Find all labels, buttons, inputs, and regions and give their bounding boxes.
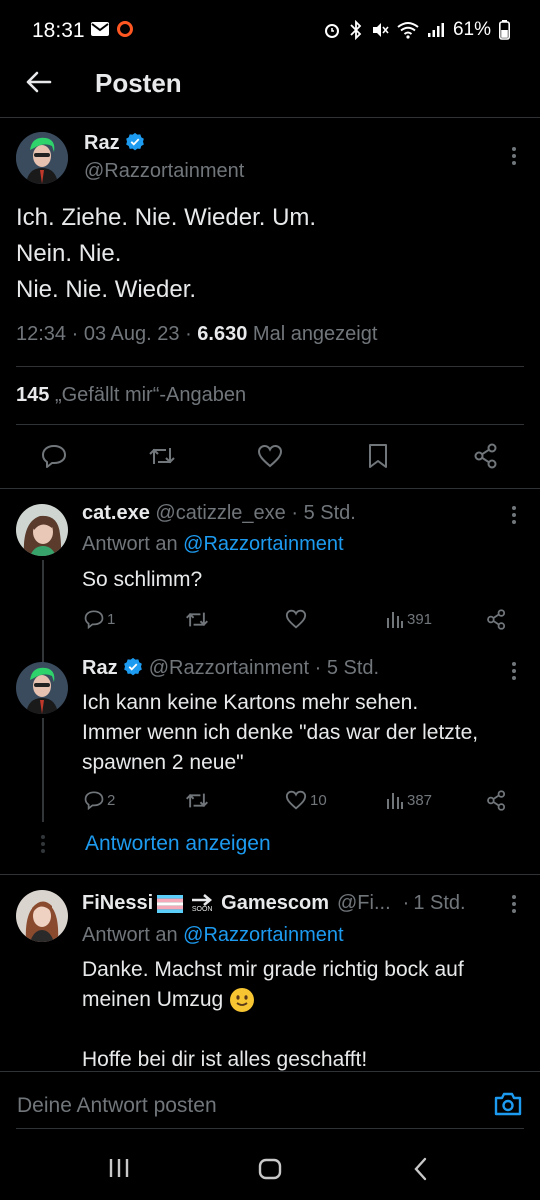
reply-time: 5 Std. [303, 502, 356, 524]
share-icon[interactable] [473, 443, 499, 469]
likes-label: „Gefällt mir“-Angaben [54, 384, 247, 406]
reply-input[interactable]: Deine Antwort posten [17, 1094, 217, 1118]
bluetooth-icon [350, 20, 362, 40]
reply-time: 5 Std. [326, 657, 380, 679]
thread-dots [41, 835, 45, 856]
retweet-icon[interactable] [148, 444, 176, 468]
more-options-icon[interactable] [512, 662, 516, 683]
mute-icon [372, 23, 389, 37]
likes-summary[interactable]: 145 „Gefällt mir“-Angaben [16, 384, 246, 407]
author-name-row: Raz [84, 132, 145, 155]
author-handle[interactable]: @Razzortainment [84, 160, 244, 183]
views-count: 6.630 [197, 323, 248, 345]
more-options-icon[interactable] [512, 506, 516, 527]
avatar-image [16, 890, 68, 942]
header-divider [0, 117, 540, 118]
page-title: Posten [95, 68, 182, 98]
post-meta: 12:34 · 03 Aug. 23 · 6.630 Mal angezeigt [16, 323, 378, 345]
reply-to-mention[interactable]: @Razzortainment [183, 533, 343, 555]
notification-ring-icon [117, 21, 133, 37]
reply-handle[interactable]: @catizzle_exe [155, 502, 285, 524]
alarm-icon [324, 24, 339, 38]
battery-icon [499, 20, 510, 40]
reply-icon [84, 610, 104, 629]
reply-to-mention[interactable]: @Razzortainment [183, 924, 343, 946]
like-heart-icon[interactable] [285, 609, 307, 629]
reply-to-line: Antwort an @Razzortainment [82, 533, 344, 555]
reply-action-reply[interactable]: 2 [84, 790, 115, 810]
reply-header: FiNessi SOON Gamescom @Fi... · 1 Std. [82, 892, 466, 915]
share-icon[interactable] [486, 609, 507, 630]
post-text: Ich. Ziehe. Nie. Wieder. Um. Nein. Nie. … [16, 204, 317, 303]
views-label: Mal angezeigt [252, 323, 378, 345]
status-bar: 18:31 61% [0, 0, 540, 58]
views-chart-icon [387, 793, 403, 809]
reply-action-views[interactable]: 387 [386, 790, 432, 810]
soon-arrow-icon: SOON [191, 893, 213, 914]
trans-flag-icon [157, 894, 184, 913]
views-chart-icon [387, 612, 403, 628]
like-heart-icon[interactable] [257, 444, 283, 468]
mail-icon [91, 22, 109, 36]
thread-line [42, 718, 44, 822]
thread-line [42, 560, 44, 664]
reply-header: cat.exe @catizzle_exe · 5 Std. [82, 502, 356, 524]
reply-action-views[interactable]: 391 [386, 609, 432, 629]
verified-badge-icon [126, 132, 144, 151]
reply-text: So schlimm? [82, 568, 203, 591]
share-icon[interactable] [486, 790, 507, 811]
back-arrow-icon[interactable] [24, 70, 52, 94]
signal-icon [427, 23, 444, 37]
reply-avatar-raz[interactable] [16, 662, 68, 714]
home-icon[interactable] [258, 1158, 282, 1180]
reply-author-name[interactable]: FiNessi [82, 892, 153, 915]
author-name[interactable]: Raz [84, 132, 120, 154]
author-avatar[interactable] [16, 132, 68, 184]
reply-icon [84, 791, 104, 810]
status-time: 18:31 [32, 19, 85, 42]
reply-header: Raz @Razzortainment · 5 Std. [82, 657, 380, 679]
compose-bar: Deine Antwort posten [0, 1071, 540, 1131]
reply-author-name-suffix: Gamescom [221, 892, 329, 914]
reply-time: 1 Std. [413, 892, 466, 914]
top-bar: Posten [0, 58, 540, 118]
reply-action-reply[interactable]: 1 [84, 609, 115, 629]
reply-avatar-cat[interactable] [16, 504, 68, 556]
reply-text: Danke. Machst mir grade richtig bock auf… [82, 958, 464, 1071]
avatar-image [16, 132, 68, 184]
likes-count: 145 [16, 384, 50, 406]
reply-icon[interactable] [41, 443, 67, 469]
nav-back-icon[interactable] [413, 1157, 429, 1181]
wifi-icon [397, 22, 419, 39]
reply-avatar-finessi[interactable] [16, 890, 68, 942]
verified-badge-icon [124, 657, 142, 676]
recent-apps-icon[interactable] [108, 1157, 130, 1179]
avatar-image [16, 662, 68, 714]
reply-to-line: Antwort an @Razzortainment [82, 924, 344, 946]
avatar-image [16, 504, 68, 556]
battery-percent: 61% [452, 19, 491, 40]
camera-icon[interactable] [494, 1092, 522, 1116]
reply-author-name[interactable]: cat.exe [82, 502, 150, 524]
retweet-icon[interactable] [185, 609, 209, 630]
system-nav-bar [0, 1130, 540, 1200]
smiling-face-emoji-icon [230, 988, 255, 1012]
reply-handle[interactable]: @Fi... [337, 892, 391, 915]
reply-text: Ich kann keine Kartons mehr sehen. Immer… [82, 691, 479, 774]
more-options-icon[interactable] [512, 147, 516, 168]
more-options-icon[interactable] [512, 895, 516, 916]
like-heart-icon [285, 790, 307, 810]
reply-author-name[interactable]: Raz [82, 657, 118, 679]
retweet-icon[interactable] [185, 790, 209, 811]
reply-action-like[interactable]: 10 [285, 790, 327, 810]
show-replies-link[interactable]: Antworten anzeigen [85, 832, 271, 856]
reply-handle[interactable]: @Razzortainment [149, 657, 309, 679]
post-time: 12:34 [16, 323, 67, 345]
bookmark-icon[interactable] [367, 443, 389, 469]
post-date: 03 Aug. 23 [83, 323, 180, 345]
